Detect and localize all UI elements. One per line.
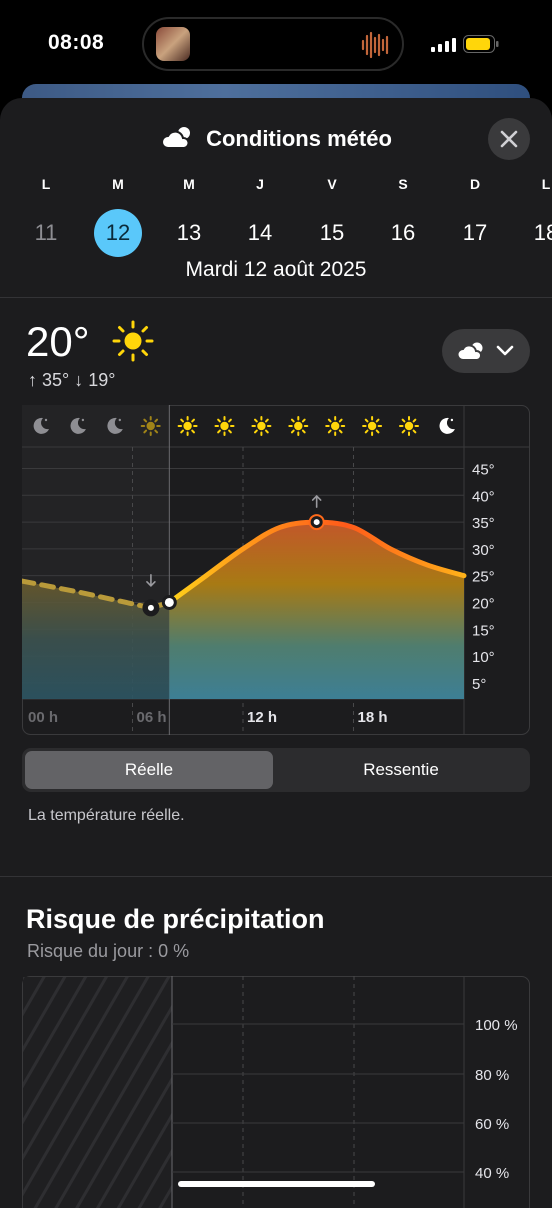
now-playing-artwork [156,27,190,61]
battery-icon [463,35,499,53]
x-tick-label: 06 h [137,709,167,726]
audio-waveform-icon [360,31,390,59]
temperature-chart[interactable]: 45° 40° 35° 30° 25° 20° 15° 10° 5° 00 h 06 h 12 h 18… [22,405,530,735]
sun-icon [326,417,344,435]
y-tick-label: 10° [472,649,495,666]
day-item[interactable]: D17 [445,176,505,257]
y-tick-label: 45° [472,461,495,478]
y-tick-label: 5° [472,676,486,693]
segment-real[interactable]: Réelle [25,751,273,789]
chevron-down-icon [496,345,514,357]
y-tick-label: 25° [472,569,495,586]
y-tick-label: 35° [472,515,495,532]
max-marker-dot [314,519,320,525]
y-tick-label: 15° [472,622,495,639]
precipitation-chart[interactable]: 100 % 80 % 60 % 40 % [22,976,530,1208]
sun-icon [179,417,197,435]
temperature-mode-segmented-control: Réelle Ressentie [22,748,530,792]
day-item[interactable]: M13 [159,176,219,257]
y-tick-label: 100 % [475,1017,518,1034]
sheet-title: Conditions météo [0,124,552,152]
day-item-selected[interactable]: M12 [88,176,148,257]
cellular-signal-icon [431,38,457,52]
y-tick-label: 30° [472,542,495,559]
status-time: 08:08 [48,31,104,55]
chart-description: La température réelle. [28,807,185,825]
x-tick-label: 12 h [247,709,277,726]
dynamic-island[interactable] [142,17,404,71]
x-tick-label: 00 h [28,709,58,726]
precipitation-title: Risque de précipitation [26,904,325,935]
sun-icon [289,417,307,435]
past-hatched-area [23,977,172,1208]
segment-feels-like[interactable]: Ressentie [277,751,525,789]
home-indicator[interactable] [178,1181,375,1187]
weather-conditions-sheet: Conditions météo L11 M12 M13 J14 V15 S16… [0,98,552,1208]
close-button[interactable] [488,118,530,160]
condition-dropdown[interactable] [442,329,530,373]
day-item[interactable]: L11 [16,176,76,257]
high-low-temperature: ↑ 35° ↓ 19° [28,370,115,391]
status-bar: 08:08 [0,0,552,90]
sun-icon [252,417,270,435]
y-tick-label: 20° [472,595,495,612]
sun-icon [216,417,234,435]
day-item[interactable]: V15 [302,176,362,257]
sun-icon [112,320,154,362]
sheet-title-text: Conditions météo [206,126,392,151]
selected-date-label: Mardi 12 août 2025 [0,258,552,282]
now-marker [163,596,175,608]
day-item[interactable]: L18 [516,176,552,257]
sun-icon [363,417,381,435]
sun-icon [142,417,160,435]
precipitation-subtitle: Risque du jour : 0 % [27,941,189,962]
day-item[interactable]: J14 [230,176,290,257]
x-tick-label: 18 h [358,709,388,726]
divider [0,876,552,877]
sun-icon [400,417,418,435]
close-icon [500,130,518,148]
y-tick-label: 60 % [475,1116,509,1133]
current-temperature: 20° [26,318,90,366]
divider [0,297,552,298]
min-marker-dot [148,605,154,611]
y-tick-label: 40° [472,488,495,505]
day-item[interactable]: S16 [373,176,433,257]
y-tick-label: 40 % [475,1165,509,1182]
y-tick-label: 80 % [475,1067,509,1084]
cloud-icon [456,340,488,362]
cloud-sun-icon [160,124,196,150]
